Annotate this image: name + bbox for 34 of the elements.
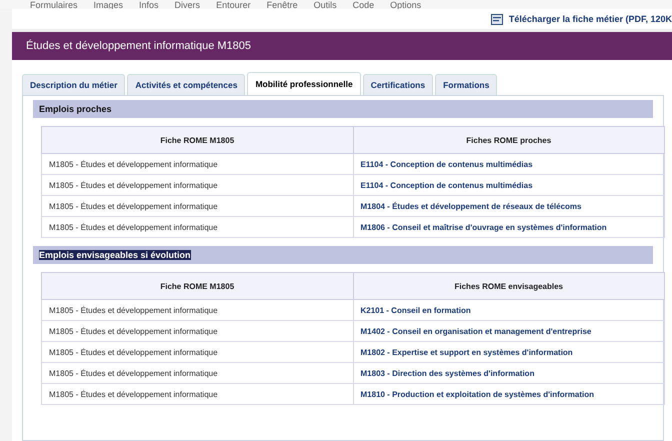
table-cell: M1805 - Études et développement informatique <box>42 154 353 174</box>
table-cell: M1805 - Études et développement informatique <box>42 216 353 238</box>
table-cell: M1805 - Études et développement informatique <box>42 320 353 342</box>
toolbar-item[interactable]: Fenêtre <box>266 0 298 10</box>
section-heading: Emplois envisageables si évolution <box>39 250 191 260</box>
table-cell: M1805 - Études et développement informatique <box>42 196 353 216</box>
toolbar-item[interactable]: Options <box>390 0 422 10</box>
section-heading: Emplois proches <box>39 104 112 114</box>
toolbar-item[interactable]: Infos <box>139 0 159 10</box>
job-link[interactable]: K2101 - Conseil en formation <box>360 306 471 314</box>
tab[interactable]: Formations <box>435 74 498 95</box>
toolbar-item[interactable]: Code <box>352 0 374 10</box>
table-cell: M1805 - Études et développement informatique <box>42 384 353 404</box>
toolbar-item[interactable]: Formulaires <box>30 0 78 10</box>
tab[interactable]: Activités et compétences <box>127 74 246 95</box>
table-cell: M1805 - Études et développement informatique <box>42 300 353 320</box>
download-link[interactable]: Télécharger la fiche métier (PDF, 120K <box>490 14 672 24</box>
page-title: Études et développement informatique M1805 <box>26 40 252 52</box>
tab[interactable]: Mobilité professionnelle <box>247 72 361 95</box>
toolbar-item[interactable]: Images <box>94 0 124 10</box>
toolbar-item[interactable]: Outils <box>314 0 337 10</box>
column-header: Fiches ROME proches <box>353 126 664 154</box>
column-header: Fiches ROME envisageables <box>353 272 664 300</box>
table-cell: M1805 - Études et développement informatique <box>42 362 353 384</box>
document-icon <box>490 14 503 24</box>
table-cell: M1805 - Études et développement informatique <box>42 342 353 362</box>
download-link-text[interactable]: Télécharger la fiche métier (PDF, 120K <box>508 14 672 24</box>
tab[interactable]: Certifications <box>362 74 434 95</box>
column-header: Fiche ROME M1805 <box>42 272 353 300</box>
table-cell: M1805 - Études et développement informatique <box>42 174 353 196</box>
column-header: Fiche ROME M1805 <box>42 126 353 154</box>
toolbar-item[interactable]: Entourer <box>216 0 251 10</box>
tab[interactable]: Description du métier <box>22 74 126 95</box>
toolbar-item[interactable]: Divers <box>174 0 200 10</box>
